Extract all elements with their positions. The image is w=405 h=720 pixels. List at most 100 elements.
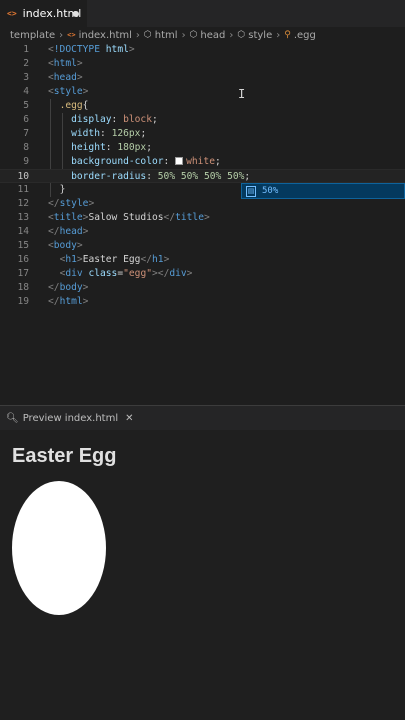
code-text: <h1>Easter Egg</h1> bbox=[48, 253, 170, 267]
cube-icon: ⬡ bbox=[237, 30, 246, 40]
line-number: 5 bbox=[23, 100, 29, 111]
autocomplete-suggestion[interactable]: ▤ 50% bbox=[241, 183, 405, 199]
selector-icon: ⚲ bbox=[284, 30, 291, 40]
code-token: html bbox=[59, 296, 83, 307]
code-token: Salow Studios bbox=[88, 212, 164, 223]
unsaved-dot-icon[interactable] bbox=[73, 11, 79, 17]
breadcrumb-item-index-html[interactable]: index.html bbox=[79, 30, 132, 41]
code-line[interactable]: 15 <body> bbox=[0, 239, 405, 253]
code-line[interactable]: 18 </body> bbox=[0, 281, 405, 295]
code-line[interactable]: 14 </head> bbox=[0, 225, 405, 239]
code-token: h1 bbox=[65, 254, 77, 265]
line-number: 15 bbox=[17, 240, 29, 251]
code-token: head bbox=[53, 72, 77, 83]
code-token: </ bbox=[163, 212, 176, 223]
line-number: 13 bbox=[17, 212, 29, 223]
code-line[interactable]: 6 display: block; bbox=[0, 113, 405, 127]
code-token: display bbox=[71, 114, 112, 125]
tab-index-html[interactable]: <> index.html bbox=[0, 0, 87, 27]
preview-heading: Easter Egg bbox=[12, 445, 117, 467]
code-token: title bbox=[175, 212, 204, 223]
code-line[interactable]: 8 height: 180px; bbox=[0, 141, 405, 155]
line-number: 14 bbox=[17, 226, 29, 237]
tab-preview[interactable]: 🔍︎ Preview index.html ✕ bbox=[0, 406, 134, 430]
code-token: body bbox=[53, 240, 77, 251]
chevron-right-icon: › bbox=[135, 29, 140, 41]
code-line[interactable]: 9 background-color: white; bbox=[0, 155, 405, 169]
code-text: </body> bbox=[48, 281, 88, 295]
code-token: > bbox=[204, 212, 210, 223]
code-line[interactable]: 13 <title>Salow Studios</title> bbox=[0, 211, 405, 225]
code-token: </ bbox=[48, 226, 60, 237]
code-token: "egg" bbox=[123, 268, 153, 279]
line-number: 19 bbox=[17, 296, 29, 307]
close-icon[interactable]: ✕ bbox=[125, 413, 133, 424]
code-token: h1 bbox=[152, 254, 164, 265]
code-token: > bbox=[82, 226, 89, 237]
code-token: Easter Egg bbox=[82, 254, 141, 265]
line-number: 9 bbox=[23, 156, 29, 167]
code-line[interactable]: 16 <h1>Easter Egg</h1> bbox=[0, 253, 405, 267]
code-text: } bbox=[48, 183, 66, 197]
code-token: > bbox=[128, 44, 135, 55]
preview-tab-label: Preview index.html bbox=[22, 412, 119, 424]
breadcrumb-item-egg[interactable]: .egg bbox=[294, 30, 316, 41]
code-token: > bbox=[163, 254, 170, 265]
preview-tab-bar: 🔍︎ Preview index.html ✕ bbox=[0, 405, 405, 430]
line-number: 16 bbox=[17, 254, 29, 265]
chevron-right-icon: › bbox=[59, 29, 64, 41]
code-token: title bbox=[53, 212, 83, 223]
code-line[interactable]: 17 <div class="egg"></div> bbox=[0, 267, 405, 281]
cube-icon: ⬡ bbox=[189, 30, 198, 40]
code-token: > bbox=[82, 282, 89, 293]
suggestion-label: 50% bbox=[262, 186, 279, 196]
line-number: 7 bbox=[23, 128, 29, 139]
code-line[interactable]: 1 <!DOCTYPE html> bbox=[0, 43, 405, 57]
code-token: background-color bbox=[71, 156, 164, 167]
code-token: > bbox=[76, 58, 83, 69]
code-line[interactable]: 5 .egg{ bbox=[0, 99, 405, 113]
line-number: 2 bbox=[23, 58, 29, 69]
editor-tab-bar: <> index.html bbox=[0, 0, 405, 27]
code-token: : bbox=[105, 142, 118, 153]
line-number: 4 bbox=[23, 86, 29, 97]
code-line[interactable]: 2 <html> bbox=[0, 57, 405, 71]
code-text: border-radius: 50% 50% 50% 50%; bbox=[48, 170, 250, 184]
breadcrumb-item-head[interactable]: head bbox=[200, 30, 225, 41]
code-line[interactable]: 10 border-radius: 50% 50% 50% 50%; bbox=[0, 169, 405, 183]
code-token: > bbox=[186, 268, 193, 279]
code-line[interactable]: 3 <head> bbox=[0, 71, 405, 85]
code-line[interactable]: 4 <style> bbox=[0, 85, 405, 99]
code-line[interactable]: 19 </html> bbox=[0, 295, 405, 309]
code-token: ; bbox=[152, 114, 158, 125]
code-token: > bbox=[82, 296, 89, 307]
breadcrumb-item-template[interactable]: template bbox=[10, 30, 55, 41]
code-text: <title>Salow Studios</title> bbox=[48, 211, 210, 225]
code-token: </ bbox=[48, 198, 60, 209]
code-line[interactable]: 12 </style> bbox=[0, 197, 405, 211]
code-token: white bbox=[186, 156, 215, 167]
color-swatch-icon[interactable] bbox=[175, 157, 184, 165]
code-token: 180px bbox=[117, 142, 147, 153]
preview-pane: Easter Egg bbox=[0, 430, 405, 720]
code-editor[interactable]: 1 <!DOCTYPE html> 2 <html> 3 <head> 4 <style> 5 … bbox=[0, 43, 405, 408]
breadcrumb-item-html[interactable]: html bbox=[155, 30, 178, 41]
code-token: : bbox=[163, 156, 176, 167]
html-file-icon: <> bbox=[7, 9, 17, 18]
code-token: block bbox=[123, 114, 152, 125]
chevron-right-icon: › bbox=[229, 29, 234, 41]
breadcrumb-item-style[interactable]: style bbox=[248, 30, 272, 41]
code-text: </head> bbox=[48, 225, 88, 239]
code-token: html bbox=[105, 44, 129, 55]
code-token: .egg bbox=[59, 100, 83, 111]
code-token: </ bbox=[48, 282, 60, 293]
code-line[interactable]: 7 width: 126px; bbox=[0, 127, 405, 141]
code-text: display: block; bbox=[48, 113, 158, 127]
html-file-icon: <> bbox=[67, 31, 76, 39]
code-token: > bbox=[88, 198, 95, 209]
